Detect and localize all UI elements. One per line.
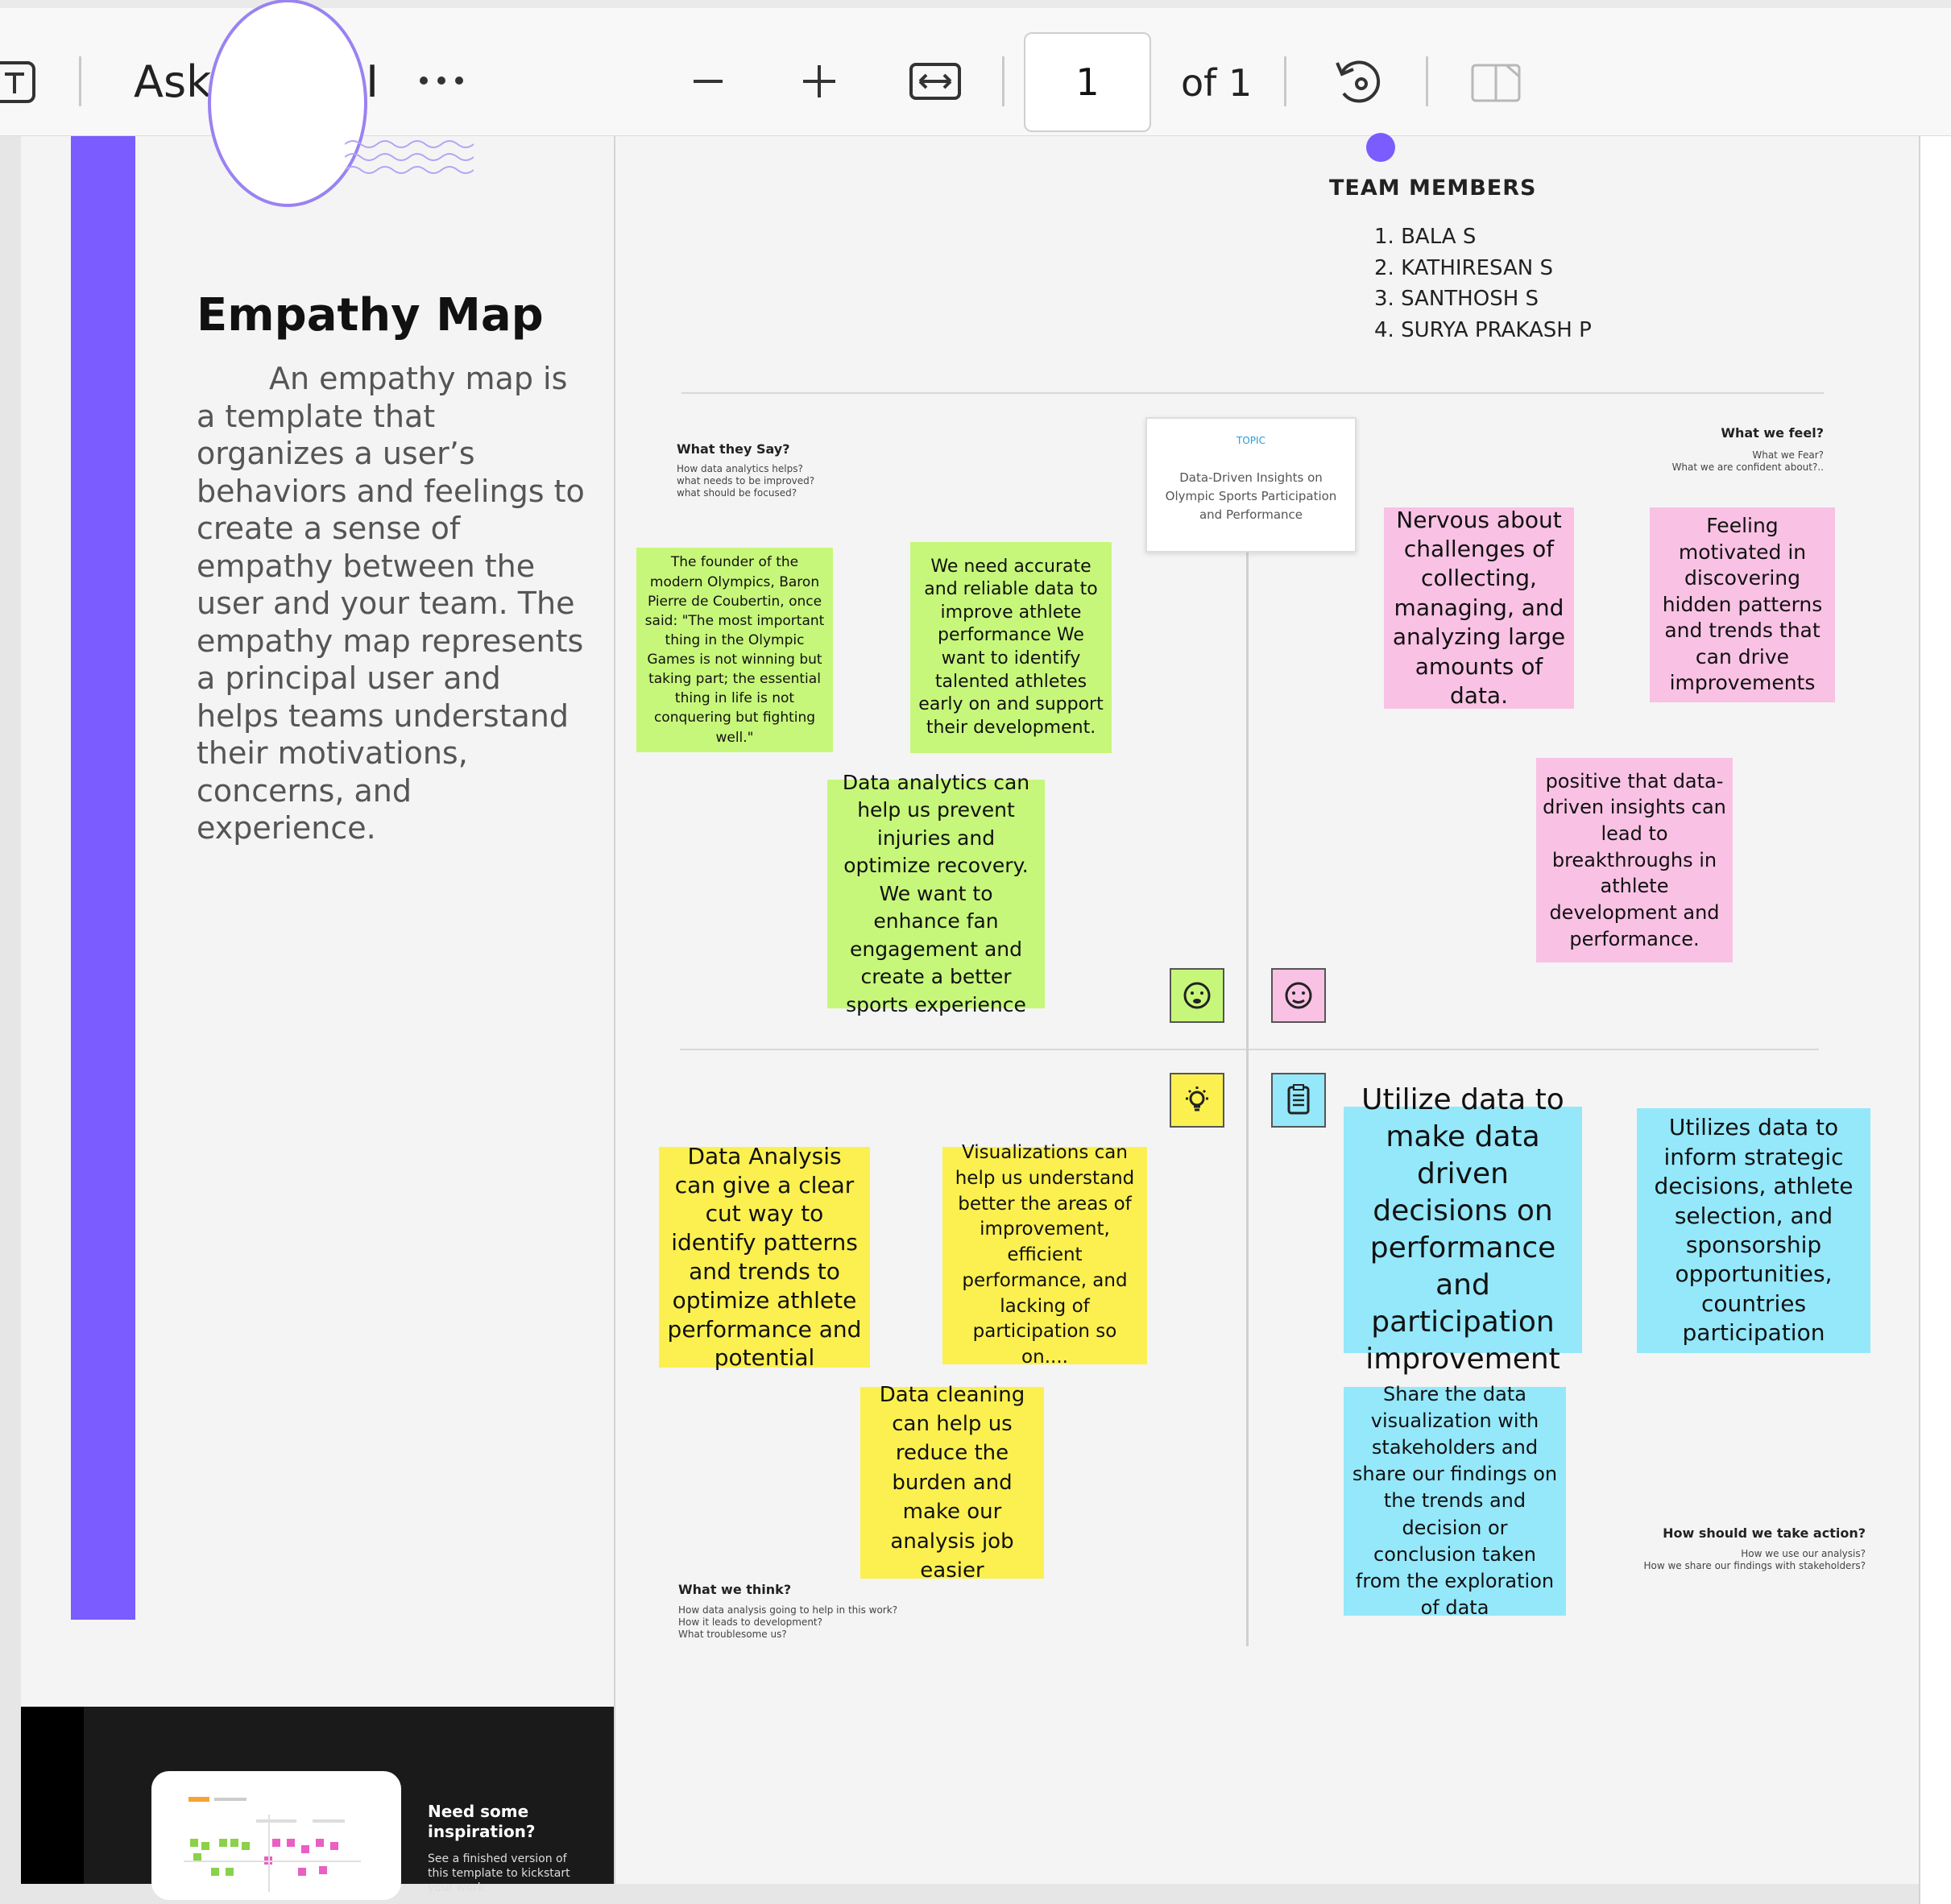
divider-vertical: [1246, 549, 1249, 1646]
sticky-note-feel-positive[interactable]: positive that data-driven insights can l…: [1536, 758, 1733, 962]
say-subtext: How data analytics helps? what needs to b…: [677, 463, 815, 499]
inspiration-heading: Need some inspiration?: [428, 1802, 536, 1841]
team-member: 4. SURYA PRAKASH P: [1374, 317, 1592, 342]
decorative-circle: [208, 0, 367, 207]
say-heading: What they Say?: [677, 441, 790, 457]
zoom-in-icon[interactable]: [797, 56, 841, 106]
sticky-note-do-decisions[interactable]: Utilize data to make data driven decisio…: [1344, 1083, 1582, 1376]
think-heading: What we think?: [678, 1582, 792, 1597]
team-dot: [1366, 133, 1395, 162]
inspiration-thumbnail[interactable]: [151, 1771, 401, 1900]
say-face-icon: [1170, 968, 1224, 1023]
toolbar-separator: [1426, 56, 1428, 106]
page-view-icon[interactable]: [1468, 58, 1524, 108]
document-viewport[interactable]: Empathy Map An empathy map is a template…: [0, 0, 1951, 1904]
team-members-list: 1. BALA S 2. KATHIRESAN S 3. SANTHOSH S …: [1374, 221, 1592, 346]
toolbar-separator: [1284, 56, 1286, 106]
topic-label: TOPIC: [1236, 435, 1265, 446]
lightbulb-icon: [1170, 1073, 1224, 1128]
do-subtext: How we use our analysis? How we share our…: [1643, 1548, 1866, 1571]
sticky-note-think-visualizations[interactable]: Visualizations can help us understand be…: [942, 1142, 1147, 1368]
divider-top: [681, 392, 1824, 394]
zoom-out-icon[interactable]: [686, 56, 730, 106]
more-options-button[interactable]: [416, 58, 467, 103]
inspiration-banner[interactable]: Need some inspiration? See a finished ve…: [21, 1707, 614, 1900]
sticky-note-do-share[interactable]: Share the data visualization with stakeh…: [1344, 1383, 1566, 1619]
accent-bar: [71, 136, 135, 1620]
feel-face-icon: [1271, 968, 1326, 1023]
sticky-note-do-strategy[interactable]: Utilizes data to inform strategic decisi…: [1637, 1108, 1870, 1353]
sticky-note-say-analytics[interactable]: Data analytics can help us prevent injur…: [827, 771, 1045, 1016]
fit-width-icon[interactable]: [907, 56, 963, 106]
clipboard-icon: [1271, 1073, 1326, 1128]
think-subtext: How data analysis going to help in this …: [678, 1604, 898, 1640]
topic-text: Data-Driven Insights on Olympic Sports P…: [1165, 470, 1337, 522]
empathy-map-description: An empathy map is a template that organi…: [197, 361, 585, 846]
sticky-note-think-cleaning[interactable]: Data cleaning can help us reduce the bur…: [860, 1383, 1044, 1583]
team-member: 1. BALA S: [1374, 225, 1477, 249]
sticky-note-feel-motivated[interactable]: Feeling motivated in discovering hidden …: [1650, 507, 1835, 702]
wave-decoration: [345, 140, 474, 174]
sticky-note-think-analysis[interactable]: Data Analysis can give a clear cut way t…: [659, 1143, 870, 1371]
inspiration-subtext: See a finished version of this template …: [428, 1852, 570, 1894]
sticky-note-say-data[interactable]: We need accurate and reliable data to im…: [910, 542, 1112, 753]
toolbar-separator: [1002, 56, 1004, 106]
inspiration-strip: [21, 1707, 84, 1884]
page-number-input[interactable]: 1: [1024, 32, 1151, 132]
team-member: 2. KATHIRESAN S: [1374, 255, 1554, 280]
rotate-icon[interactable]: [1329, 53, 1386, 110]
empathy-map-title: Empathy Map: [197, 289, 544, 341]
text-select-icon[interactable]: [0, 58, 37, 106]
team-member: 3. SANTHOSH S: [1374, 287, 1539, 311]
toolbar-separator: [79, 56, 81, 106]
left-page: Empathy Map An empathy map is a template…: [21, 0, 615, 1900]
divider-middle: [680, 1049, 1819, 1050]
team-members-title: TEAM MEMBERS: [1329, 176, 1537, 201]
viewport-scroll-edge: [1919, 136, 1951, 1904]
sticky-note-say-quote[interactable]: The founder of the modern Olympics, Baro…: [636, 548, 833, 752]
page-count-label: of 1: [1181, 61, 1253, 105]
feel-heading: What we feel?: [1721, 425, 1824, 441]
feel-subtext: What we Fear? What we are confident about…: [1671, 449, 1824, 473]
do-heading: How should we take action?: [1663, 1525, 1866, 1541]
sticky-note-feel-nervous[interactable]: Nervous about challenges of collecting, …: [1384, 507, 1574, 709]
topic-card[interactable]: TOPIC Data-Driven Insights on Olympic Sp…: [1145, 417, 1357, 553]
